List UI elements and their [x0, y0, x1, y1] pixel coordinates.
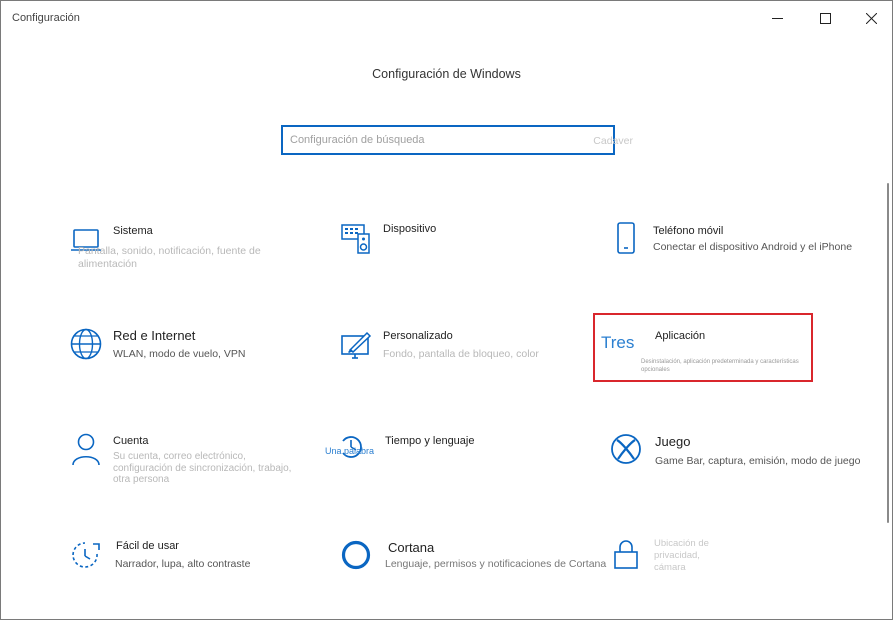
settings-window: Configuración Configuración de Windows C… [0, 0, 893, 620]
tile-tiempo[interactable]: Una palabra Tiempo y lenguaje [325, 429, 585, 499]
tile-dispositivo[interactable]: Dispositivo [338, 221, 598, 291]
tile-facil[interactable]: Fácil de usar Narrador, lupa, alto contr… [68, 538, 328, 608]
tile-red[interactable]: Red e Internet WLAN, modo de vuelo, VPN [68, 326, 328, 396]
tile-title: Cortana [388, 540, 435, 555]
accessibility-timer-icon [68, 538, 104, 574]
maximize-button[interactable] [802, 1, 848, 35]
tile-desc: Fondo, pantalla de bloqueo, color [383, 348, 539, 360]
search-box[interactable]: Cadaver [281, 125, 633, 155]
tile-juego[interactable]: Juego Game Bar, captura, emisión, modo d… [608, 431, 868, 501]
tile-title: Teléfono móvil [653, 225, 724, 237]
keyboard-speaker-icon [338, 221, 374, 257]
cortana-ring-icon [338, 537, 374, 573]
tile-title: Juego [655, 434, 691, 449]
xbox-icon [608, 431, 644, 467]
tile-title: Ubicación de privacidad, cámara [654, 538, 709, 573]
tile-title: Cuenta [113, 435, 149, 447]
globe-icon [68, 326, 104, 362]
title-bar: Configuración [1, 1, 892, 35]
paint-monitor-icon [338, 328, 374, 364]
window-title: Configuración [12, 12, 80, 24]
tile-desc: WLAN, modo de vuelo, VPN [113, 348, 246, 360]
scrollbar[interactable] [887, 183, 889, 523]
tile-desc: Lenguaje, permisos y notificaciones de C… [385, 558, 607, 570]
tile-sistema[interactable]: Sistema Pantalla, sonido, notificación, … [68, 223, 328, 293]
page-title: Configuración de Windows [372, 67, 521, 81]
tile-title: Dispositivo [383, 223, 437, 235]
maximize-icon [819, 12, 831, 24]
tile-desc: Su cuenta, correo electrónico, configura… [113, 451, 292, 485]
tile-personalizado[interactable]: Personalizado Fondo, pantalla de bloqueo… [338, 328, 598, 398]
phone-icon [608, 221, 644, 257]
tile-title: Sistema [113, 225, 153, 237]
tile-cuenta[interactable]: Cuenta Su cuenta, correo electrónico, co… [68, 431, 328, 501]
close-icon [865, 12, 877, 24]
tile-desc: Conectar el dispositivo Android y el iPh… [653, 241, 853, 253]
tile-desc: Pantalla, sonido, notificación, fuente d… [78, 245, 261, 270]
tile-title: Red e Internet [113, 328, 196, 343]
highlight-box [593, 313, 813, 382]
tile-desc: Narrador, lupa, alto contraste [115, 558, 251, 570]
tile-title: Tiempo y lenguaje [385, 435, 475, 447]
tile-desc: Game Bar, captura, emisión, modo de jueg… [655, 455, 861, 467]
search-input[interactable] [290, 132, 580, 148]
tile-telefono[interactable]: Teléfono móvil Conectar el dispositivo A… [608, 221, 868, 291]
minimize-icon [771, 17, 783, 19]
tile-title: Fácil de usar [116, 540, 179, 552]
tile-cortana[interactable]: Cortana Lenguaje, permisos y notificacio… [338, 537, 606, 607]
search-hint: Cadaver [593, 135, 633, 147]
tile-title: Personalizado [383, 330, 453, 342]
person-icon [68, 431, 104, 467]
lock-icon [608, 536, 644, 572]
minimize-button[interactable] [754, 1, 800, 35]
close-button[interactable] [848, 1, 894, 35]
tile-privacidad[interactable]: Ubicación de privacidad, cámara [608, 536, 868, 606]
overlay-label: Una palabra [325, 446, 375, 456]
